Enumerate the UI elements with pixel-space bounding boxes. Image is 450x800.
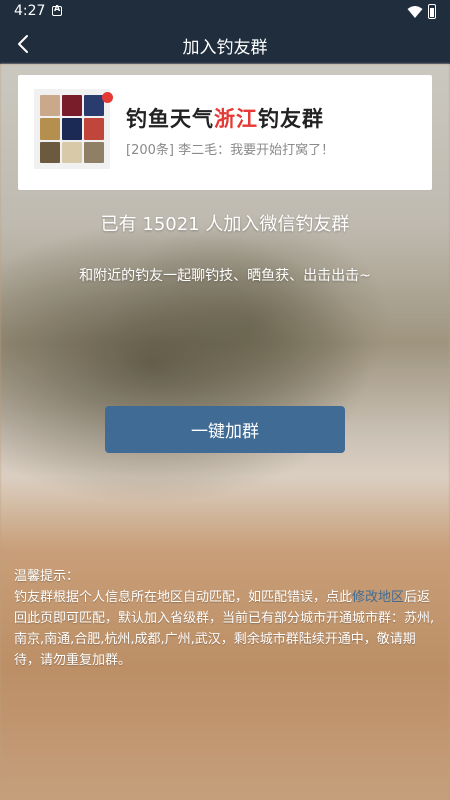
battery-icon	[428, 4, 436, 19]
group-card[interactable]: 钓鱼天气浙江钓友群 [200条] 李二毛：我要开始打窝了！	[18, 75, 432, 190]
tips-text: 钓友群根据个人信息所在地区自动匹配，如匹配错误，点此修改地区后返回此页即可匹配，…	[14, 590, 435, 668]
edit-region-link[interactable]: 修改地区	[352, 590, 404, 605]
page-title: 加入钓友群	[182, 38, 268, 58]
tips-title: 温馨提示：	[14, 569, 80, 584]
tips-section: 温馨提示： 钓友群根据个人信息所在地区自动匹配，如匹配错误，点此修改地区后返回此…	[14, 566, 438, 671]
status-bar: 4:27	[0, 0, 450, 24]
notification-icon	[52, 4, 62, 16]
wifi-icon	[407, 6, 423, 18]
join-group-button[interactable]: 一键加群	[105, 406, 345, 453]
group-avatar	[34, 89, 110, 169]
group-region: 浙江	[214, 107, 258, 131]
joined-count-text: 已有 15021 人加入微信钓友群	[100, 214, 350, 235]
unread-badge	[102, 92, 113, 103]
last-message: [200条] 李二毛：我要开始打窝了！	[126, 143, 335, 158]
group-name: 钓鱼天气浙江钓友群	[126, 107, 324, 131]
nav-bar: 加入钓友群	[0, 24, 450, 64]
tagline: 和附近的钓友一起聊钓技、晒鱼获、出击出击~	[79, 268, 371, 284]
status-time: 4:27	[14, 3, 46, 19]
